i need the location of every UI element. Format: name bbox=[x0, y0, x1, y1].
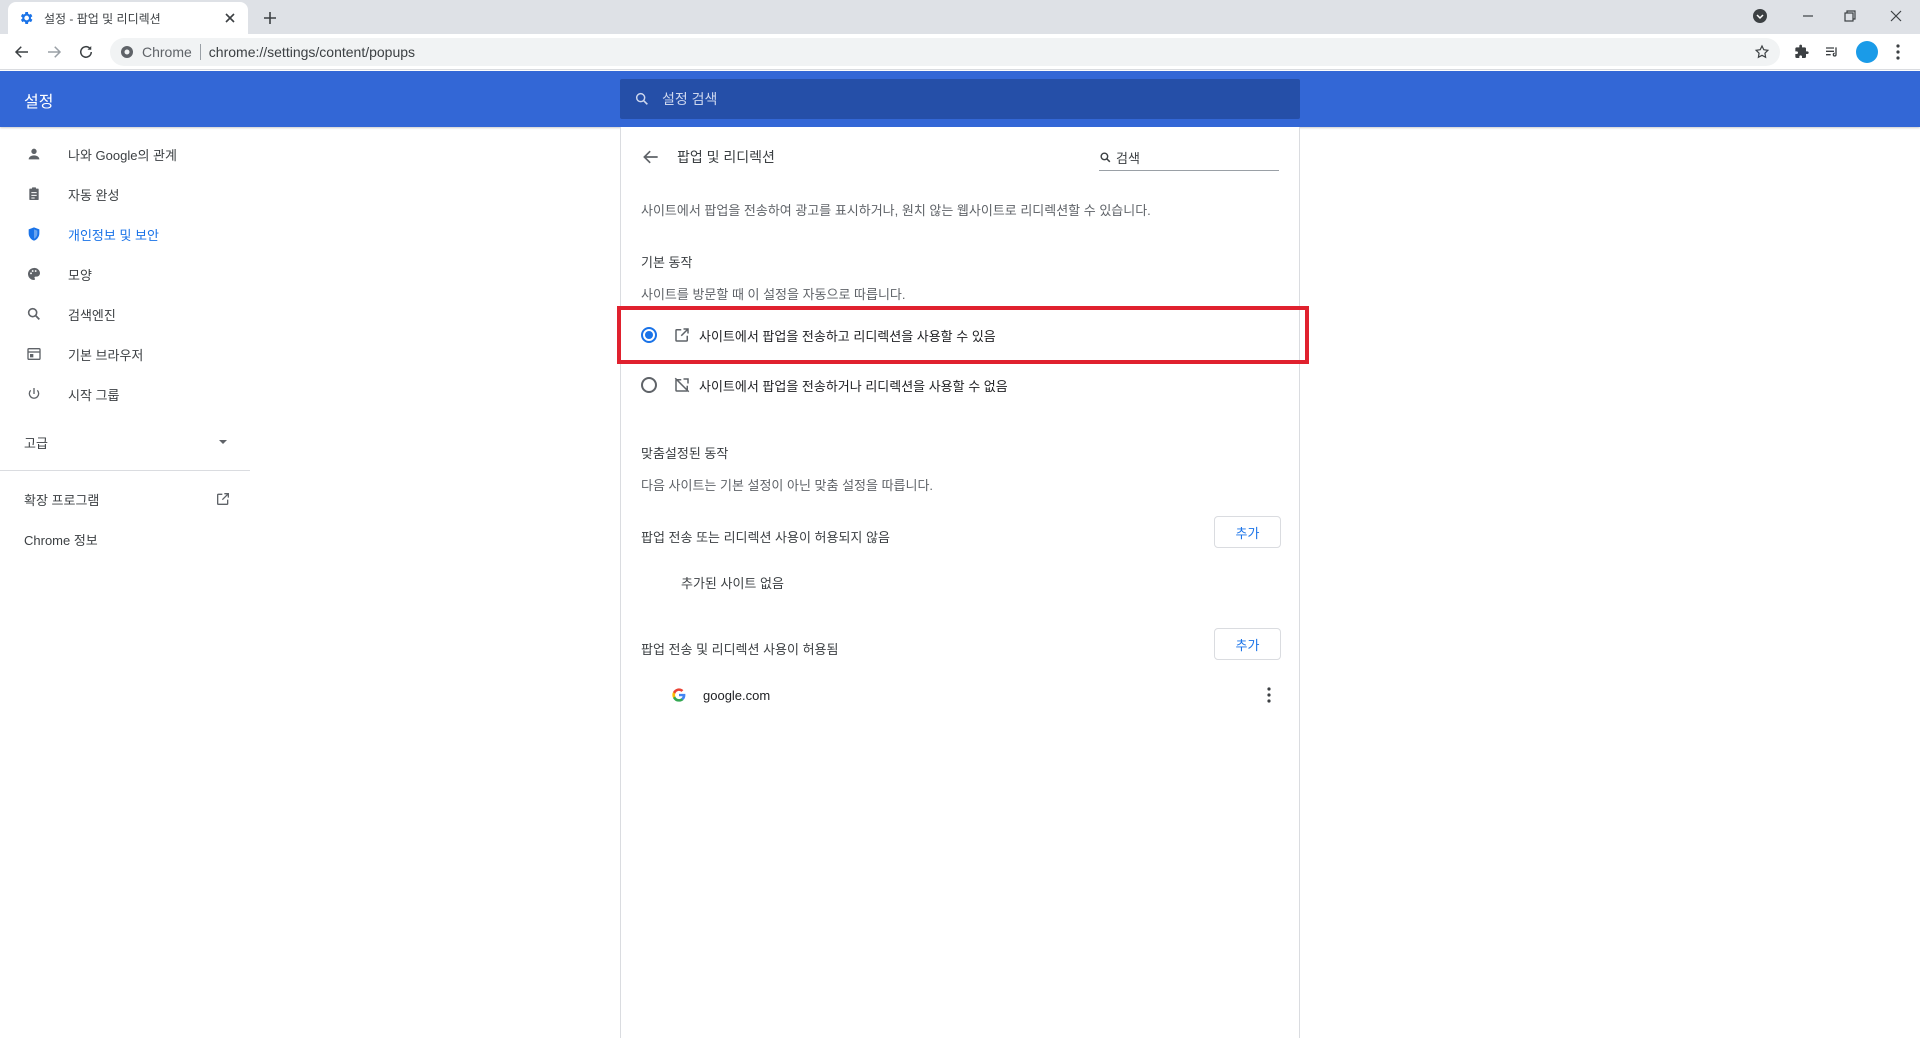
add-allowed-site-button[interactable]: 추가 bbox=[1214, 628, 1281, 660]
tab-strip: 설정 - 팝업 및 리디렉션 bbox=[0, 0, 1920, 34]
browser-icon bbox=[24, 344, 44, 364]
chevron-down-icon bbox=[216, 435, 230, 449]
popup-blocked-icon bbox=[673, 376, 691, 394]
chrome-logo-icon bbox=[120, 45, 134, 59]
browser-toolbar: Chrome chrome://settings/content/popups bbox=[0, 34, 1920, 70]
no-sites-message: 추가된 사이트 없음 bbox=[681, 576, 784, 591]
sidebar: 나와 Google의 관계 자동 완성 개인정보 및 보안 모양 검색엔진 기본… bbox=[0, 127, 250, 1038]
sidebar-item-about-chrome[interactable]: Chrome 정보 bbox=[0, 519, 250, 559]
sidebar-item-label: 개인정보 및 보안 bbox=[68, 227, 159, 243]
extensions-puzzle-icon[interactable] bbox=[1792, 42, 1812, 62]
bookmark-star-icon[interactable] bbox=[1754, 44, 1770, 60]
site-search-placeholder: 검색 bbox=[1116, 151, 1140, 166]
settings-header: 설정 설정 검색 bbox=[0, 71, 1920, 127]
settings-search-input[interactable]: 설정 검색 bbox=[620, 79, 1300, 119]
omnibox-separator bbox=[199, 44, 201, 60]
new-tab-icon[interactable] bbox=[260, 8, 280, 28]
sidebar-item-label: 나와 Google의 관계 bbox=[68, 147, 177, 163]
about-label: Chrome 정보 bbox=[24, 532, 98, 548]
default-behavior-subtext: 사이트를 방문할 때 이 설정을 자동으로 따릅니다. bbox=[641, 287, 906, 302]
settings-search-placeholder: 설정 검색 bbox=[662, 91, 718, 107]
advanced-label: 고급 bbox=[24, 435, 48, 451]
sidebar-item-default-browser[interactable]: 기본 브라우저 bbox=[0, 334, 250, 374]
url-text: chrome://settings/content/popups bbox=[208, 44, 416, 60]
sidebar-item-search-engine[interactable]: 검색엔진 bbox=[0, 294, 250, 334]
extensions-label: 확장 프로그램 bbox=[24, 492, 100, 508]
tab-search-icon[interactable] bbox=[1746, 0, 1774, 32]
custom-behavior-heading: 맞춤설정된 동작 bbox=[641, 446, 729, 461]
blocked-section-heading: 팝업 전송 또는 리디렉션 사용이 허용되지 않음 bbox=[641, 530, 890, 545]
reading-list-icon[interactable] bbox=[1822, 42, 1842, 62]
radio-block-popups[interactable]: 사이트에서 팝업을 전송하거나 리디렉션을 사용할 수 없음 bbox=[641, 367, 1281, 403]
more-vert-icon[interactable] bbox=[1257, 683, 1281, 707]
sidebar-item-on-startup[interactable]: 시작 그룹 bbox=[0, 374, 250, 414]
sidebar-item-label: 자동 완성 bbox=[68, 187, 120, 203]
highlight-annotation-box bbox=[617, 306, 1309, 364]
settings-title: 설정 bbox=[24, 94, 54, 111]
back-icon[interactable] bbox=[12, 42, 32, 62]
sidebar-item-you-and-google[interactable]: 나와 Google의 관계 bbox=[0, 134, 250, 174]
sidebar-item-label: 검색엔진 bbox=[68, 307, 116, 323]
reload-icon[interactable] bbox=[76, 42, 96, 62]
custom-behavior-subtext: 다음 사이트는 기본 설정이 아닌 맞춤 설정을 따릅니다. bbox=[641, 478, 934, 493]
sidebar-item-extensions[interactable]: 확장 프로그램 bbox=[0, 479, 250, 519]
search-icon bbox=[24, 304, 44, 324]
allowed-site-url: google.com bbox=[703, 687, 771, 703]
power-icon bbox=[24, 384, 44, 404]
close-tab-icon[interactable] bbox=[222, 10, 238, 26]
sidebar-item-privacy[interactable]: 개인정보 및 보안 bbox=[0, 214, 250, 254]
search-icon bbox=[1099, 151, 1112, 164]
browser-menu-icon[interactable] bbox=[1888, 42, 1908, 62]
tab-title: 설정 - 팝업 및 리디렉션 bbox=[44, 11, 161, 26]
sidebar-divider bbox=[0, 470, 250, 471]
address-bar[interactable]: Chrome chrome://settings/content/popups bbox=[110, 38, 1780, 66]
palette-icon bbox=[24, 264, 44, 284]
person-icon bbox=[24, 144, 44, 164]
search-icon bbox=[634, 91, 650, 107]
site-search-input[interactable]: 검색 bbox=[1099, 145, 1279, 171]
sidebar-item-label: 시작 그룹 bbox=[68, 387, 120, 403]
allowed-site-row[interactable]: google.com bbox=[671, 677, 1281, 713]
page-title: 팝업 및 리디렉션 bbox=[677, 149, 775, 165]
tab-settings[interactable]: 설정 - 팝업 및 리디렉션 bbox=[8, 2, 248, 34]
add-blocked-site-button[interactable]: 추가 bbox=[1214, 516, 1281, 548]
profile-avatar[interactable] bbox=[1856, 41, 1878, 63]
radio-button-unchecked[interactable] bbox=[641, 377, 657, 393]
clipboard-icon bbox=[24, 184, 44, 204]
google-logo-icon bbox=[671, 687, 687, 703]
restore-icon[interactable] bbox=[1830, 0, 1870, 32]
omnibox-chip: Chrome bbox=[142, 44, 192, 60]
sidebar-item-label: 기본 브라우저 bbox=[68, 347, 144, 363]
back-arrow-icon[interactable] bbox=[641, 147, 661, 167]
minimize-icon[interactable] bbox=[1788, 0, 1828, 32]
shield-icon bbox=[24, 224, 44, 244]
settings-gear-icon bbox=[18, 10, 34, 26]
open-in-new-icon bbox=[215, 491, 231, 507]
sidebar-item-label: 모양 bbox=[68, 267, 92, 283]
allowed-section-heading: 팝업 전송 및 리디렉션 사용이 허용됨 bbox=[641, 642, 839, 657]
page-description: 사이트에서 팝업을 전송하여 광고를 표시하거나, 원치 않는 웹사이트로 리디… bbox=[641, 203, 1151, 218]
popups-settings-card: 팝업 및 리디렉션 검색 사이트에서 팝업을 전송하여 광고를 표시하거나, 원… bbox=[620, 127, 1300, 1038]
close-window-icon[interactable] bbox=[1876, 0, 1916, 32]
forward-icon[interactable] bbox=[44, 42, 64, 62]
sidebar-advanced-toggle[interactable]: 고급 bbox=[0, 422, 250, 462]
sidebar-item-appearance[interactable]: 모양 bbox=[0, 254, 250, 294]
sidebar-item-autofill[interactable]: 자동 완성 bbox=[0, 174, 250, 214]
default-behavior-heading: 기본 동작 bbox=[641, 255, 693, 270]
radio-block-label: 사이트에서 팝업을 전송하거나 리디렉션을 사용할 수 없음 bbox=[699, 378, 1008, 394]
